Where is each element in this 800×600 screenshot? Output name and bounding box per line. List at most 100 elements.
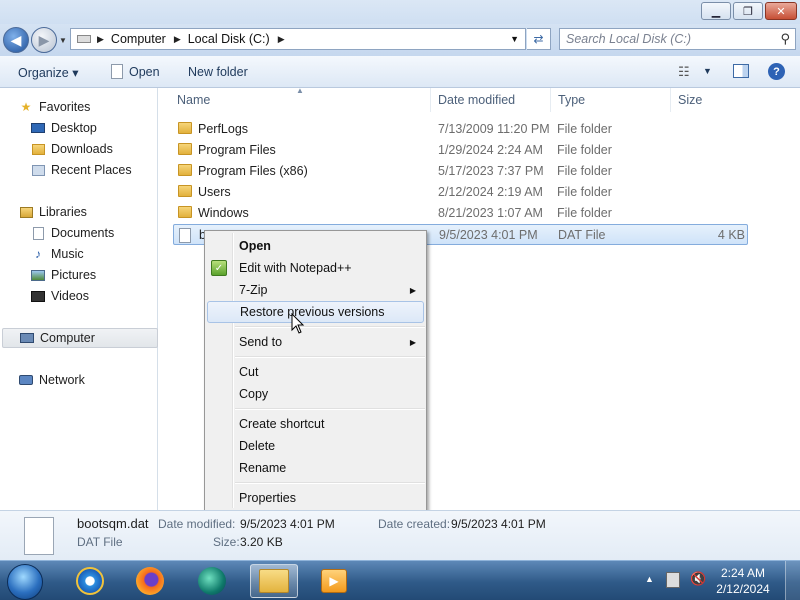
breadcrumb-local-disk[interactable]: Local Disk (C:) xyxy=(188,32,270,46)
view-dropdown-icon[interactable]: ▼ xyxy=(703,66,712,76)
column-header-name[interactable]: Name xyxy=(159,88,431,112)
column-header-type[interactable]: Type xyxy=(551,88,671,112)
clock-date: 2/12/2024 xyxy=(716,582,770,596)
details-pane: bootsqm.dat DAT File Date modified: 9/5/… xyxy=(0,510,800,560)
sidebar-item-network[interactable]: Network xyxy=(18,370,85,390)
taskbar-internet-explorer[interactable] xyxy=(66,564,114,598)
table-row[interactable]: Windows 8/21/2023 1:07 AM File folder xyxy=(173,203,748,224)
submenu-arrow-icon: ▶ xyxy=(409,337,416,347)
refresh-icon[interactable]: ⇄ xyxy=(527,28,551,50)
organize-button[interactable]: Organize ▾ xyxy=(18,65,78,80)
details-size: 3.20 KB xyxy=(240,535,283,549)
star-icon: ★ xyxy=(20,100,32,114)
taskbar-media-player[interactable]: ▶ xyxy=(310,564,358,598)
pictures-icon xyxy=(30,268,46,282)
new-folder-button[interactable]: New folder xyxy=(188,65,248,79)
explorer-folder-icon xyxy=(259,569,289,593)
menu-item-properties[interactable]: Properties xyxy=(207,487,424,509)
sidebar-item-pictures[interactable]: Pictures xyxy=(30,265,96,285)
start-button[interactable] xyxy=(7,564,43,600)
app-icon xyxy=(198,567,226,595)
clock[interactable]: 2:24 AM 2/12/2024 xyxy=(708,565,778,597)
menu-item-delete[interactable]: Delete xyxy=(207,435,424,457)
forward-button[interactable]: ▶ xyxy=(31,27,57,53)
taskbar-app[interactable] xyxy=(188,564,236,598)
title-bar: ▁ ❐ ✕ xyxy=(0,0,800,24)
details-filename: bootsqm.dat xyxy=(77,516,149,531)
open-button[interactable]: Open xyxy=(129,65,160,79)
menu-item-open[interactable]: Open xyxy=(207,235,424,257)
search-icon[interactable]: ⚲ xyxy=(780,31,790,47)
table-row[interactable]: Program Files 1/29/2024 2:24 AM File fol… xyxy=(173,140,748,161)
sort-arrow-icon: ▲ xyxy=(296,86,304,95)
menu-item-create-shortcut[interactable]: Create shortcut xyxy=(207,413,424,435)
minimize-button[interactable]: ▁ xyxy=(701,2,731,20)
sidebar-item-favorites[interactable]: ★ Favorites xyxy=(18,97,91,117)
computer-icon xyxy=(19,331,35,345)
folder-icon xyxy=(178,143,192,155)
breadcrumb-computer[interactable]: Computer xyxy=(111,32,166,46)
recent-places-icon xyxy=(30,163,46,177)
taskbar-firefox[interactable] xyxy=(126,564,174,598)
show-hidden-icons-icon[interactable]: ▲ xyxy=(645,574,654,584)
menu-item-cut[interactable]: Cut xyxy=(207,361,424,383)
sidebar-item-documents[interactable]: Documents xyxy=(30,223,114,243)
desktop-icon xyxy=(30,121,46,135)
context-menu: Open ✓ Edit with Notepad++ 7-Zip ▶ Restore… xyxy=(204,230,427,511)
sidebar-item-videos[interactable]: Videos xyxy=(30,286,89,306)
help-icon[interactable]: ? xyxy=(768,63,785,80)
action-center-icon[interactable] xyxy=(666,572,680,588)
view-options-icon[interactable]: ☷ xyxy=(678,64,690,80)
firefox-icon xyxy=(136,567,164,595)
menu-separator xyxy=(235,326,425,328)
folder-icon xyxy=(178,206,192,218)
address-bar[interactable]: ▶ Computer ▶ Local Disk (C:) ▶ ▼ xyxy=(70,28,526,50)
menu-item-restore-previous-versions[interactable]: Restore previous versions xyxy=(207,301,424,323)
show-desktop-button[interactable] xyxy=(785,561,800,600)
sidebar-item-recent-places[interactable]: Recent Places xyxy=(30,160,132,180)
videos-icon xyxy=(30,289,46,303)
folder-icon xyxy=(178,164,192,176)
downloads-folder-icon xyxy=(30,142,46,156)
menu-item-edit-notepad[interactable]: ✓ Edit with Notepad++ xyxy=(207,257,424,279)
menu-separator xyxy=(235,408,425,410)
volume-muted-icon[interactable]: 🔇 xyxy=(690,571,706,587)
libraries-icon xyxy=(18,205,34,219)
close-button[interactable]: ✕ xyxy=(765,2,797,20)
clock-time: 2:24 AM xyxy=(720,566,766,580)
open-file-icon xyxy=(111,64,123,79)
internet-explorer-icon xyxy=(76,567,104,595)
search-placeholder: Search Local Disk (C:) xyxy=(566,32,692,46)
table-row[interactable]: Program Files (x86) 5/17/2023 7:37 PM Fi… xyxy=(173,161,748,182)
sidebar-item-computer[interactable]: Computer xyxy=(2,328,158,348)
documents-icon xyxy=(30,226,46,240)
back-button[interactable]: ◀ xyxy=(3,27,29,53)
menu-item-send-to[interactable]: Send to ▶ xyxy=(207,331,424,353)
menu-item-7zip[interactable]: 7-Zip ▶ xyxy=(207,279,424,301)
sidebar-item-libraries[interactable]: Libraries xyxy=(18,202,87,222)
breadcrumb-arrow-icon[interactable]: ▶ xyxy=(174,34,181,45)
file-icon xyxy=(179,228,191,243)
taskbar-explorer[interactable] xyxy=(250,564,298,598)
search-input[interactable]: Search Local Disk (C:) ⚲ xyxy=(559,28,796,50)
details-filetype: DAT File xyxy=(77,535,123,549)
menu-item-copy[interactable]: Copy xyxy=(207,383,424,405)
menu-separator xyxy=(235,356,425,358)
breadcrumb-arrow-icon[interactable]: ▶ xyxy=(97,34,104,45)
maximize-button[interactable]: ❐ xyxy=(733,2,763,20)
taskbar: ▶ ▲ 🔇 2:24 AM 2/12/2024 xyxy=(0,560,800,600)
history-dropdown-icon[interactable]: ▼ xyxy=(59,36,67,45)
table-row[interactable]: PerfLogs 7/13/2009 11:20 PM File folder xyxy=(173,119,748,140)
menu-item-rename[interactable]: Rename xyxy=(207,457,424,479)
address-dropdown-icon[interactable]: ▼ xyxy=(510,34,519,44)
sidebar-item-desktop[interactable]: Desktop xyxy=(30,118,97,138)
column-header-size[interactable]: Size xyxy=(671,88,751,112)
column-header-date-modified[interactable]: Date modified xyxy=(431,88,551,112)
table-row[interactable]: Users 2/12/2024 2:19 AM File folder xyxy=(173,182,748,203)
sidebar-item-music[interactable]: ♪ Music xyxy=(30,244,84,264)
network-icon xyxy=(18,373,34,387)
notepad-plus-plus-icon: ✓ xyxy=(211,260,227,276)
preview-pane-icon[interactable] xyxy=(733,64,749,78)
sidebar-item-downloads[interactable]: Downloads xyxy=(30,139,113,159)
breadcrumb-arrow-icon[interactable]: ▶ xyxy=(278,34,285,45)
